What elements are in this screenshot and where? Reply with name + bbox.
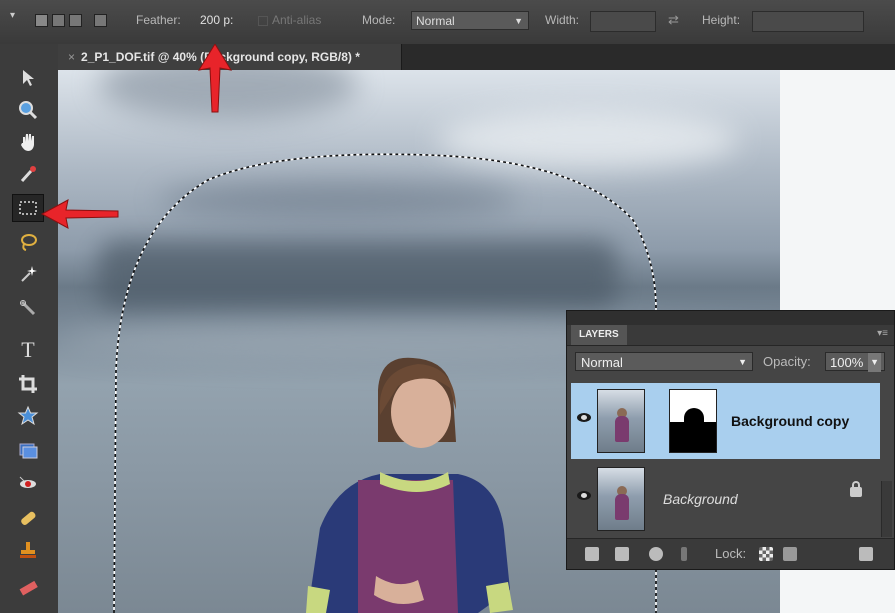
annotation-arrow-up (197, 44, 233, 113)
new-layer-icon[interactable] (585, 547, 599, 561)
magic-wand-tool-icon[interactable] (12, 260, 44, 288)
mode-label: Mode: (362, 13, 396, 27)
lock-icon (850, 481, 862, 497)
panel-tab-strip: LAYERS ▾≡ (567, 325, 894, 346)
blend-mode-value: Normal (581, 355, 623, 370)
opacity-value: 100% (830, 355, 864, 370)
visibility-eye-icon[interactable] (577, 413, 591, 422)
lock-all-icon[interactable] (783, 547, 797, 561)
anti-alias-checkbox[interactable] (258, 16, 268, 26)
panel-footer: Lock: (567, 538, 894, 569)
feather-field[interactable]: 200 p: (200, 13, 233, 27)
height-label: Height: (702, 13, 741, 27)
annotation-arrow-left (40, 199, 119, 229)
add-to-selection-icon[interactable] (52, 14, 65, 27)
selection-brush-tool-icon[interactable] (12, 294, 44, 322)
healing-brush-tool-icon[interactable] (12, 504, 44, 532)
feather-label: Feather: (136, 13, 181, 27)
straighten-tool-icon[interactable] (12, 436, 44, 464)
opacity-field[interactable]: 100% ▼ (825, 352, 885, 372)
chevron-down-icon[interactable]: ▼ (868, 353, 881, 372)
mask-fill (684, 408, 704, 436)
close-tab-icon[interactable]: × (68, 50, 75, 64)
width-label: Width: (545, 13, 580, 27)
layer-name: Background (663, 491, 738, 507)
layer-row-background[interactable]: Background (571, 461, 880, 537)
layer-row-background-copy[interactable]: Background copy (571, 383, 880, 459)
chevron-down-icon: ▼ (514, 16, 523, 26)
intersect-selection-icon[interactable] (94, 14, 107, 27)
toolbox: T (0, 44, 59, 613)
link-layers-icon[interactable] (681, 547, 687, 561)
layer-name: Background copy (731, 413, 850, 429)
eraser-tool-icon[interactable] (12, 574, 44, 602)
chevron-down-icon: ▼ (738, 357, 747, 367)
layer-mask-thumbnail[interactable] (669, 389, 717, 453)
move-tool-icon[interactable] (12, 64, 44, 92)
visibility-eye-icon[interactable] (577, 491, 591, 500)
clone-stamp-tool-icon[interactable] (12, 536, 44, 564)
opacity-label: Opacity: (763, 354, 811, 369)
panel-menu-icon[interactable]: ▾≡ (877, 328, 888, 339)
mode-value: Normal (416, 14, 455, 28)
lock-label: Lock: (715, 546, 747, 561)
height-field[interactable] (752, 11, 864, 32)
type-tool-icon[interactable]: T (12, 336, 44, 364)
hand-tool-icon[interactable] (12, 128, 44, 156)
new-selection-icon[interactable] (35, 14, 48, 27)
swap-dimensions-icon[interactable]: ⇄ (668, 12, 679, 28)
blend-mode-select[interactable]: Normal ▼ (575, 352, 753, 371)
layer-thumbnail (597, 389, 645, 453)
width-field[interactable] (590, 11, 656, 32)
panel-title-strip[interactable] (567, 311, 894, 325)
cookie-cutter-tool-icon[interactable] (12, 402, 44, 430)
layers-scrollbar[interactable] (881, 481, 892, 537)
crop-tool-icon[interactable] (12, 370, 44, 398)
layer-controls: Normal ▼ Opacity: 100% ▼ (567, 346, 894, 376)
options-bar: ▾ Feather: 200 p: Anti-alias Mode: Norma… (0, 0, 895, 45)
layer-thumbnail (597, 467, 645, 531)
adjustment-layer-icon[interactable] (649, 547, 663, 561)
lasso-tool-icon[interactable] (12, 228, 44, 256)
anti-alias-label: Anti-alias (272, 13, 322, 27)
layers-panel: LAYERS ▾≡ Normal ▼ Opacity: 100% ▼ Backg… (566, 310, 895, 570)
tab-layers[interactable]: LAYERS (571, 325, 627, 345)
subtract-from-selection-icon[interactable] (69, 14, 82, 27)
red-eye-tool-icon[interactable] (12, 470, 44, 498)
add-mask-icon[interactable] (615, 547, 629, 561)
lock-transparent-pixels-icon[interactable] (759, 547, 773, 561)
trash-icon[interactable] (859, 547, 873, 561)
eyedropper-tool-icon[interactable] (12, 160, 44, 188)
mode-select[interactable]: Normal ▼ (411, 11, 529, 30)
zoom-tool-icon[interactable] (12, 96, 44, 124)
tool-preset-dropdown-icon[interactable]: ▾ (10, 10, 15, 21)
